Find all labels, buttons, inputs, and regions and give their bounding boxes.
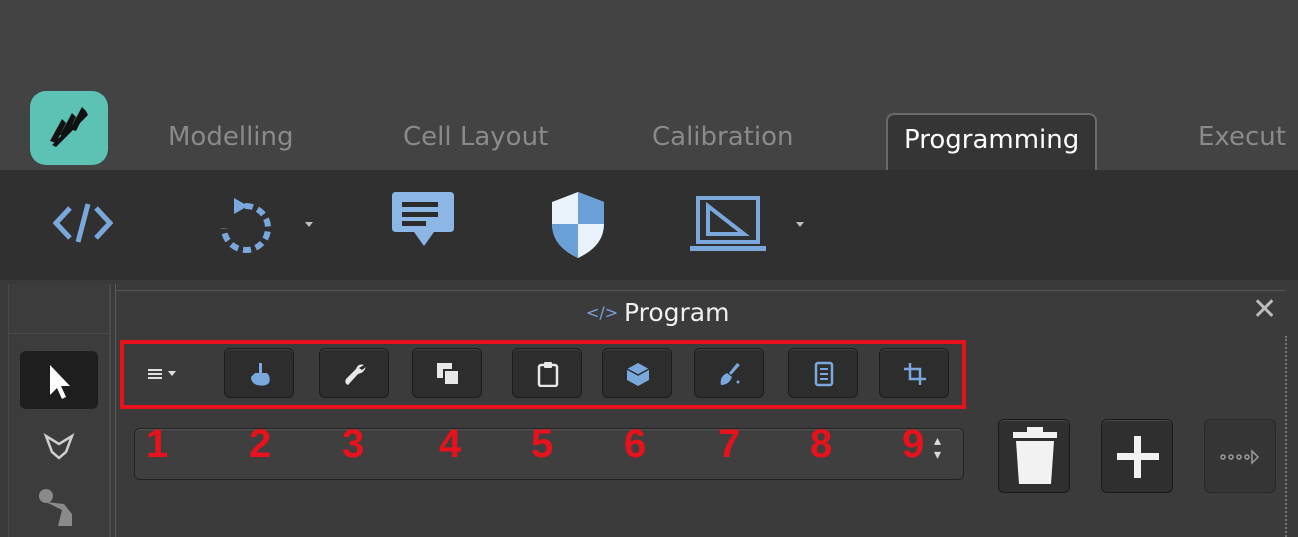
annotation-label: 7 — [718, 422, 741, 466]
tab-bar: Modelling Cell Layout Calibration Progra… — [0, 0, 1298, 170]
annotation-label: 2 — [249, 422, 272, 466]
delete-button[interactable] — [998, 419, 1070, 493]
panel-splitter[interactable] — [1285, 336, 1287, 537]
annotation-label: 4 — [439, 422, 462, 466]
main-toolbar — [0, 170, 1298, 280]
chevron-down-icon[interactable] — [305, 222, 313, 227]
frame-icon — [43, 433, 75, 460]
more-button[interactable] — [1204, 419, 1276, 493]
annotation-label: 5 — [531, 422, 554, 466]
robot-icon — [39, 489, 72, 526]
tool-frame-icon[interactable] — [688, 192, 768, 258]
shield-icon[interactable] — [548, 190, 608, 264]
spinner-arrows-icon[interactable]: ▴ ▾ — [934, 434, 941, 462]
annotation-highlight-box — [120, 340, 966, 409]
cursor-icon — [50, 365, 70, 399]
annotation-label: 1 — [146, 422, 169, 466]
tab-programming[interactable]: Programming — [886, 113, 1098, 170]
app-logo[interactable] — [30, 91, 108, 165]
comment-icon[interactable] — [390, 188, 460, 254]
annotation-label: 9 — [902, 422, 925, 466]
refresh-cycle-icon[interactable] — [216, 192, 274, 260]
annotation-label: 3 — [342, 422, 365, 466]
frame-tool-button[interactable] — [42, 430, 76, 466]
robot-tool-button[interactable] — [36, 486, 80, 536]
annotation-label: 6 — [624, 422, 647, 466]
tab-cell-layout[interactable]: Cell Layout — [403, 122, 548, 162]
trash-icon — [1013, 427, 1057, 484]
tab-modelling[interactable]: Modelling — [168, 122, 294, 162]
tab-execution[interactable]: Execut — [1198, 122, 1286, 162]
select-tool-button[interactable] — [20, 351, 98, 409]
code-icon[interactable] — [52, 200, 114, 250]
code-icon: </> — [586, 303, 619, 322]
chevron-down-icon[interactable] — [796, 222, 804, 227]
plus-icon — [1117, 436, 1159, 478]
close-icon[interactable]: ✕ — [1252, 295, 1277, 325]
annotation-label: 8 — [810, 422, 833, 466]
add-button[interactable] — [1101, 419, 1173, 493]
app-window: Modelling Cell Layout Calibration Progra… — [0, 0, 1298, 537]
panel-title: Program — [624, 298, 730, 327]
tab-calibration[interactable]: Calibration — [652, 122, 793, 162]
dots-arrow-icon — [1220, 449, 1260, 465]
side-toolbar-header — [8, 284, 111, 334]
